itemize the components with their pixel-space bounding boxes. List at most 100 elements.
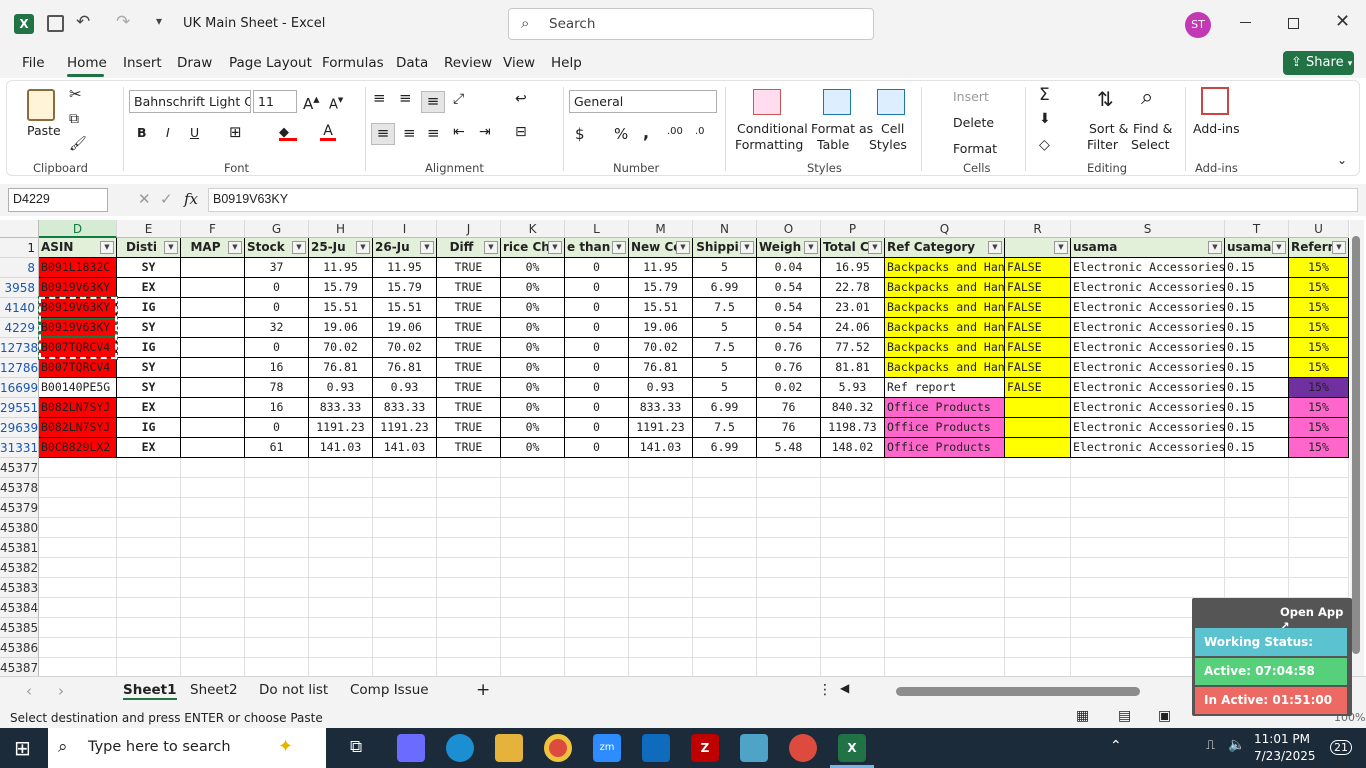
decrease-decimal-icon[interactable]: .0 bbox=[695, 126, 705, 137]
empty-cell[interactable] bbox=[885, 658, 1005, 678]
insert-cells-button[interactable]: Insert bbox=[953, 89, 989, 104]
table-cell[interactable]: 76.81 bbox=[309, 358, 373, 378]
empty-cell[interactable] bbox=[437, 618, 501, 638]
taskbar-search[interactable]: ⌕ Type here to search ✦ bbox=[48, 728, 326, 768]
align-right-icon[interactable]: ≡ bbox=[427, 124, 440, 142]
empty-cell[interactable] bbox=[181, 618, 245, 638]
show-hidden-icons[interactable]: ⌃ bbox=[1110, 738, 1122, 754]
table-cell[interactable]: TRUE bbox=[437, 338, 501, 358]
empty-cell[interactable] bbox=[309, 658, 373, 678]
table-cell[interactable]: 0% bbox=[501, 338, 565, 358]
filter-dropdown-icon[interactable]: ▼ bbox=[548, 241, 562, 254]
empty-cell[interactable] bbox=[757, 538, 821, 558]
table-cell[interactable]: TRUE bbox=[437, 418, 501, 438]
filter-dropdown-icon[interactable]: ▼ bbox=[292, 241, 306, 254]
table-cell[interactable]: 0 bbox=[245, 338, 309, 358]
number-format-select[interactable]: General bbox=[569, 90, 717, 113]
empty-cell[interactable] bbox=[629, 578, 693, 598]
table-cell[interactable]: 0 bbox=[565, 298, 629, 318]
empty-cell[interactable] bbox=[1005, 618, 1071, 638]
table-cell[interactable] bbox=[181, 378, 245, 398]
table-cell[interactable]: 5 bbox=[693, 378, 757, 398]
table-cell[interactable]: 70.02 bbox=[629, 338, 693, 358]
empty-cell[interactable] bbox=[1005, 458, 1071, 478]
empty-cell[interactable] bbox=[309, 458, 373, 478]
empty-cell[interactable] bbox=[117, 478, 181, 498]
empty-cell[interactable] bbox=[757, 638, 821, 658]
next-sheet-icon[interactable]: › bbox=[58, 682, 64, 700]
empty-cell[interactable] bbox=[821, 478, 885, 498]
table-cell[interactable] bbox=[181, 398, 245, 418]
empty-cell[interactable] bbox=[885, 558, 1005, 578]
empty-cell[interactable] bbox=[565, 478, 629, 498]
column-header[interactable]: K bbox=[501, 220, 565, 238]
row-header[interactable]: 45387 bbox=[0, 658, 39, 678]
empty-cell[interactable] bbox=[1071, 518, 1225, 538]
table-cell[interactable] bbox=[181, 338, 245, 358]
table-cell[interactable]: Electronic Accessories bbox=[1071, 398, 1225, 418]
filezilla-icon[interactable]: Z bbox=[691, 734, 719, 762]
table-cell[interactable]: 0 bbox=[565, 338, 629, 358]
table-cell[interactable]: Electronic Accessories bbox=[1071, 378, 1225, 398]
empty-cell[interactable] bbox=[117, 658, 181, 678]
table-cell[interactable]: 16 bbox=[245, 358, 309, 378]
paste-icon[interactable] bbox=[27, 89, 55, 121]
filter-header-cell[interactable]: 26-Ju ▼ bbox=[373, 238, 437, 258]
table-cell[interactable]: 0.54 bbox=[757, 318, 821, 338]
table-cell[interactable]: 19.06 bbox=[373, 318, 437, 338]
increase-indent-icon[interactable]: ⇥ bbox=[479, 124, 491, 140]
empty-cell[interactable] bbox=[821, 538, 885, 558]
filter-dropdown-icon[interactable]: ▼ bbox=[868, 241, 882, 254]
empty-cell[interactable] bbox=[437, 538, 501, 558]
empty-cell[interactable] bbox=[309, 478, 373, 498]
empty-cell[interactable] bbox=[885, 498, 1005, 518]
table-cell[interactable]: 70.02 bbox=[373, 338, 437, 358]
empty-cell[interactable] bbox=[373, 538, 437, 558]
table-cell[interactable]: 5 bbox=[693, 258, 757, 278]
horizontal-scrollbar[interactable]: ◀ bbox=[840, 681, 1184, 699]
borders-icon[interactable]: ⊞ bbox=[229, 123, 242, 141]
empty-cell[interactable] bbox=[693, 518, 757, 538]
empty-cell[interactable] bbox=[1225, 478, 1289, 498]
empty-cell[interactable] bbox=[117, 538, 181, 558]
empty-cell[interactable] bbox=[437, 498, 501, 518]
empty-cell[interactable] bbox=[501, 518, 565, 538]
empty-cell[interactable] bbox=[181, 478, 245, 498]
filter-dropdown-icon[interactable]: ▼ bbox=[1272, 241, 1286, 254]
empty-cell[interactable] bbox=[1225, 458, 1289, 478]
conditional-formatting-label-2[interactable]: Formatting bbox=[735, 137, 803, 152]
sheet-tab-do-not-list[interactable]: Do not list bbox=[259, 682, 328, 698]
empty-cell[interactable] bbox=[1071, 458, 1225, 478]
filter-dropdown-icon[interactable]: ▼ bbox=[100, 241, 114, 254]
empty-cell[interactable] bbox=[117, 598, 181, 618]
table-cell[interactable]: 0.15 bbox=[1225, 278, 1289, 298]
table-cell[interactable]: 0 bbox=[565, 418, 629, 438]
empty-cell[interactable] bbox=[501, 638, 565, 658]
comma-icon[interactable]: , bbox=[643, 123, 649, 142]
format-cells-button[interactable]: Format bbox=[953, 141, 997, 156]
empty-cell[interactable] bbox=[117, 498, 181, 518]
table-cell[interactable]: 1191.23 bbox=[309, 418, 373, 438]
column-header[interactable]: P bbox=[821, 220, 885, 238]
conditional-formatting-label-1[interactable]: Conditional bbox=[737, 121, 808, 136]
table-cell[interactable]: 0.76 bbox=[757, 358, 821, 378]
sheet-tab-sheet2[interactable]: Sheet2 bbox=[190, 682, 238, 698]
column-header[interactable]: D bbox=[39, 220, 117, 238]
empty-cell[interactable] bbox=[565, 618, 629, 638]
table-cell[interactable]: TRUE bbox=[437, 378, 501, 398]
format-as-table-label-2[interactable]: Table bbox=[817, 137, 849, 152]
empty-cell[interactable] bbox=[245, 478, 309, 498]
save-icon[interactable] bbox=[47, 15, 64, 32]
row-header[interactable]: 45383 bbox=[0, 578, 39, 598]
conditional-formatting-icon[interactable] bbox=[753, 89, 781, 115]
empty-cell[interactable] bbox=[117, 518, 181, 538]
empty-cell[interactable] bbox=[437, 658, 501, 678]
row-header[interactable]: 4229 bbox=[0, 318, 39, 338]
empty-cell[interactable] bbox=[885, 638, 1005, 658]
table-cell[interactable]: 15.79 bbox=[629, 278, 693, 298]
table-cell[interactable]: 11.95 bbox=[629, 258, 693, 278]
table-cell[interactable]: TRUE bbox=[437, 258, 501, 278]
empty-cell[interactable] bbox=[501, 578, 565, 598]
table-cell[interactable]: 15% bbox=[1289, 358, 1349, 378]
table-cell[interactable]: Backpacks and Handbags bbox=[885, 278, 1005, 298]
